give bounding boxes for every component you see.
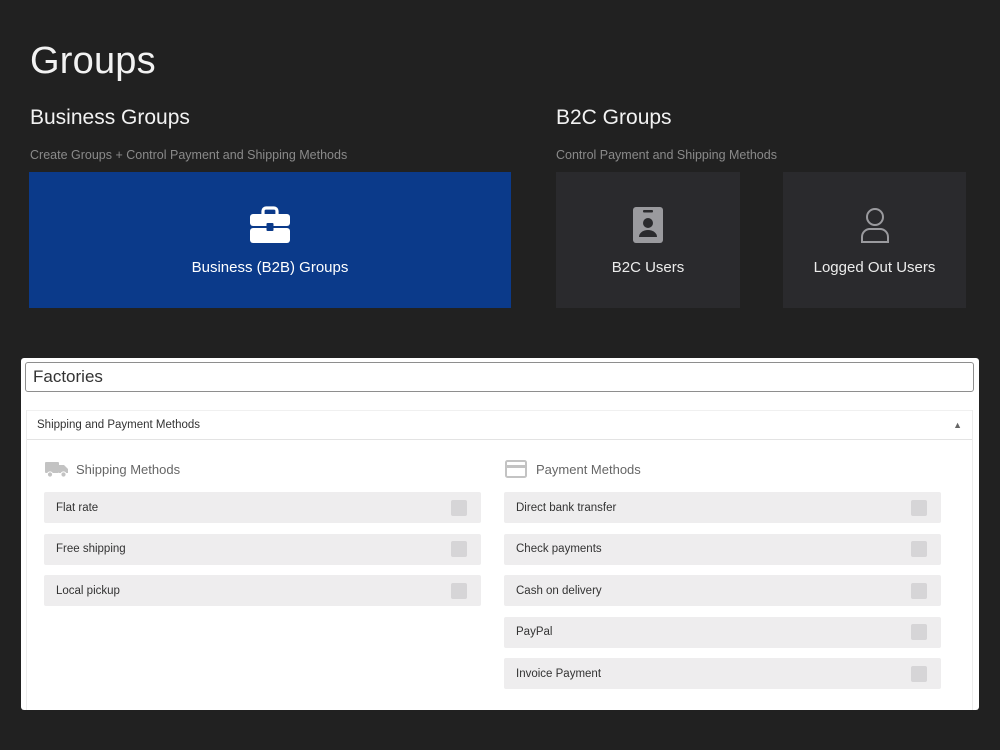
method-label: Direct bank transfer bbox=[516, 501, 617, 514]
accordion-header[interactable]: Shipping and Payment Methods ▲ bbox=[27, 410, 972, 440]
method-label: Free shipping bbox=[56, 543, 126, 555]
method-label: Local pickup bbox=[56, 584, 120, 597]
shipping-methods-column: Shipping Methods Flat rate Free shipping… bbox=[44, 458, 481, 617]
b2c-users-label: B2C Users bbox=[611, 258, 685, 276]
b2c-users-card[interactable]: B2C Users bbox=[556, 172, 740, 308]
method-checkbox[interactable] bbox=[911, 665, 927, 682]
shipping-payment-accordion: Shipping and Payment Methods ▲ Shipping … bbox=[26, 410, 973, 710]
payment-methods-label: Payment Methods bbox=[536, 461, 641, 477]
truck-icon bbox=[45, 460, 69, 478]
payment-methods-heading: Payment Methods bbox=[505, 458, 941, 480]
b2c-groups-title: B2C Groups bbox=[556, 106, 672, 129]
method-checkbox[interactable] bbox=[451, 499, 467, 516]
credit-card-icon bbox=[505, 460, 529, 478]
method-checkbox[interactable] bbox=[911, 541, 927, 557]
shipping-method-row[interactable]: Flat rate bbox=[44, 492, 481, 523]
method-checkbox[interactable] bbox=[911, 582, 927, 599]
group-name-input[interactable] bbox=[25, 362, 974, 392]
business-groups-subtitle: Create Groups + Control Payment and Ship… bbox=[30, 148, 348, 162]
shipping-method-row[interactable]: Local pickup bbox=[44, 575, 481, 606]
shipping-method-row[interactable]: Free shipping bbox=[44, 533, 481, 565]
caret-up-icon: ▲ bbox=[953, 420, 962, 430]
method-checkbox[interactable] bbox=[451, 582, 467, 599]
payment-method-row[interactable]: Check payments bbox=[504, 533, 941, 565]
business-b2b-groups-label: Business (B2B) Groups bbox=[191, 258, 349, 276]
payment-method-row[interactable]: Invoice Payment bbox=[504, 658, 941, 689]
shipping-methods-heading: Shipping Methods bbox=[45, 458, 481, 480]
group-edit-panel: Shipping and Payment Methods ▲ Shipping … bbox=[21, 358, 979, 710]
method-label: Cash on delivery bbox=[516, 584, 602, 597]
logged-out-users-label: Logged Out Users bbox=[813, 258, 936, 276]
method-checkbox[interactable] bbox=[911, 624, 927, 640]
method-checkbox[interactable] bbox=[911, 499, 927, 516]
id-badge-icon bbox=[632, 205, 664, 245]
method-label: Flat rate bbox=[56, 501, 99, 514]
page-title: Groups bbox=[30, 40, 156, 82]
b2c-groups-subtitle: Control Payment and Shipping Methods bbox=[556, 148, 777, 162]
payment-method-row[interactable]: Cash on delivery bbox=[504, 575, 941, 606]
logged-out-users-card[interactable]: Logged Out Users bbox=[783, 172, 966, 308]
briefcase-icon bbox=[249, 205, 291, 245]
business-b2b-groups-card[interactable]: Business (B2B) Groups bbox=[29, 172, 511, 308]
method-label: Invoice Payment bbox=[516, 667, 602, 680]
method-label: PayPal bbox=[516, 626, 553, 638]
method-checkbox[interactable] bbox=[451, 541, 467, 557]
shipping-methods-label: Shipping Methods bbox=[76, 461, 181, 477]
user-outline-icon bbox=[859, 205, 891, 245]
business-groups-title: Business Groups bbox=[30, 106, 190, 129]
accordion-title: Shipping and Payment Methods bbox=[37, 419, 201, 431]
payment-method-row[interactable]: PayPal bbox=[504, 616, 941, 648]
business-groups-section: Business Groups Create Groups + Control … bbox=[30, 106, 511, 162]
payment-method-row[interactable]: Direct bank transfer bbox=[504, 492, 941, 523]
method-label: Check payments bbox=[516, 543, 602, 555]
b2c-groups-section: B2C Groups Control Payment and Shipping … bbox=[556, 106, 966, 162]
payment-methods-column: Payment Methods Direct bank transfer Che… bbox=[504, 458, 941, 700]
